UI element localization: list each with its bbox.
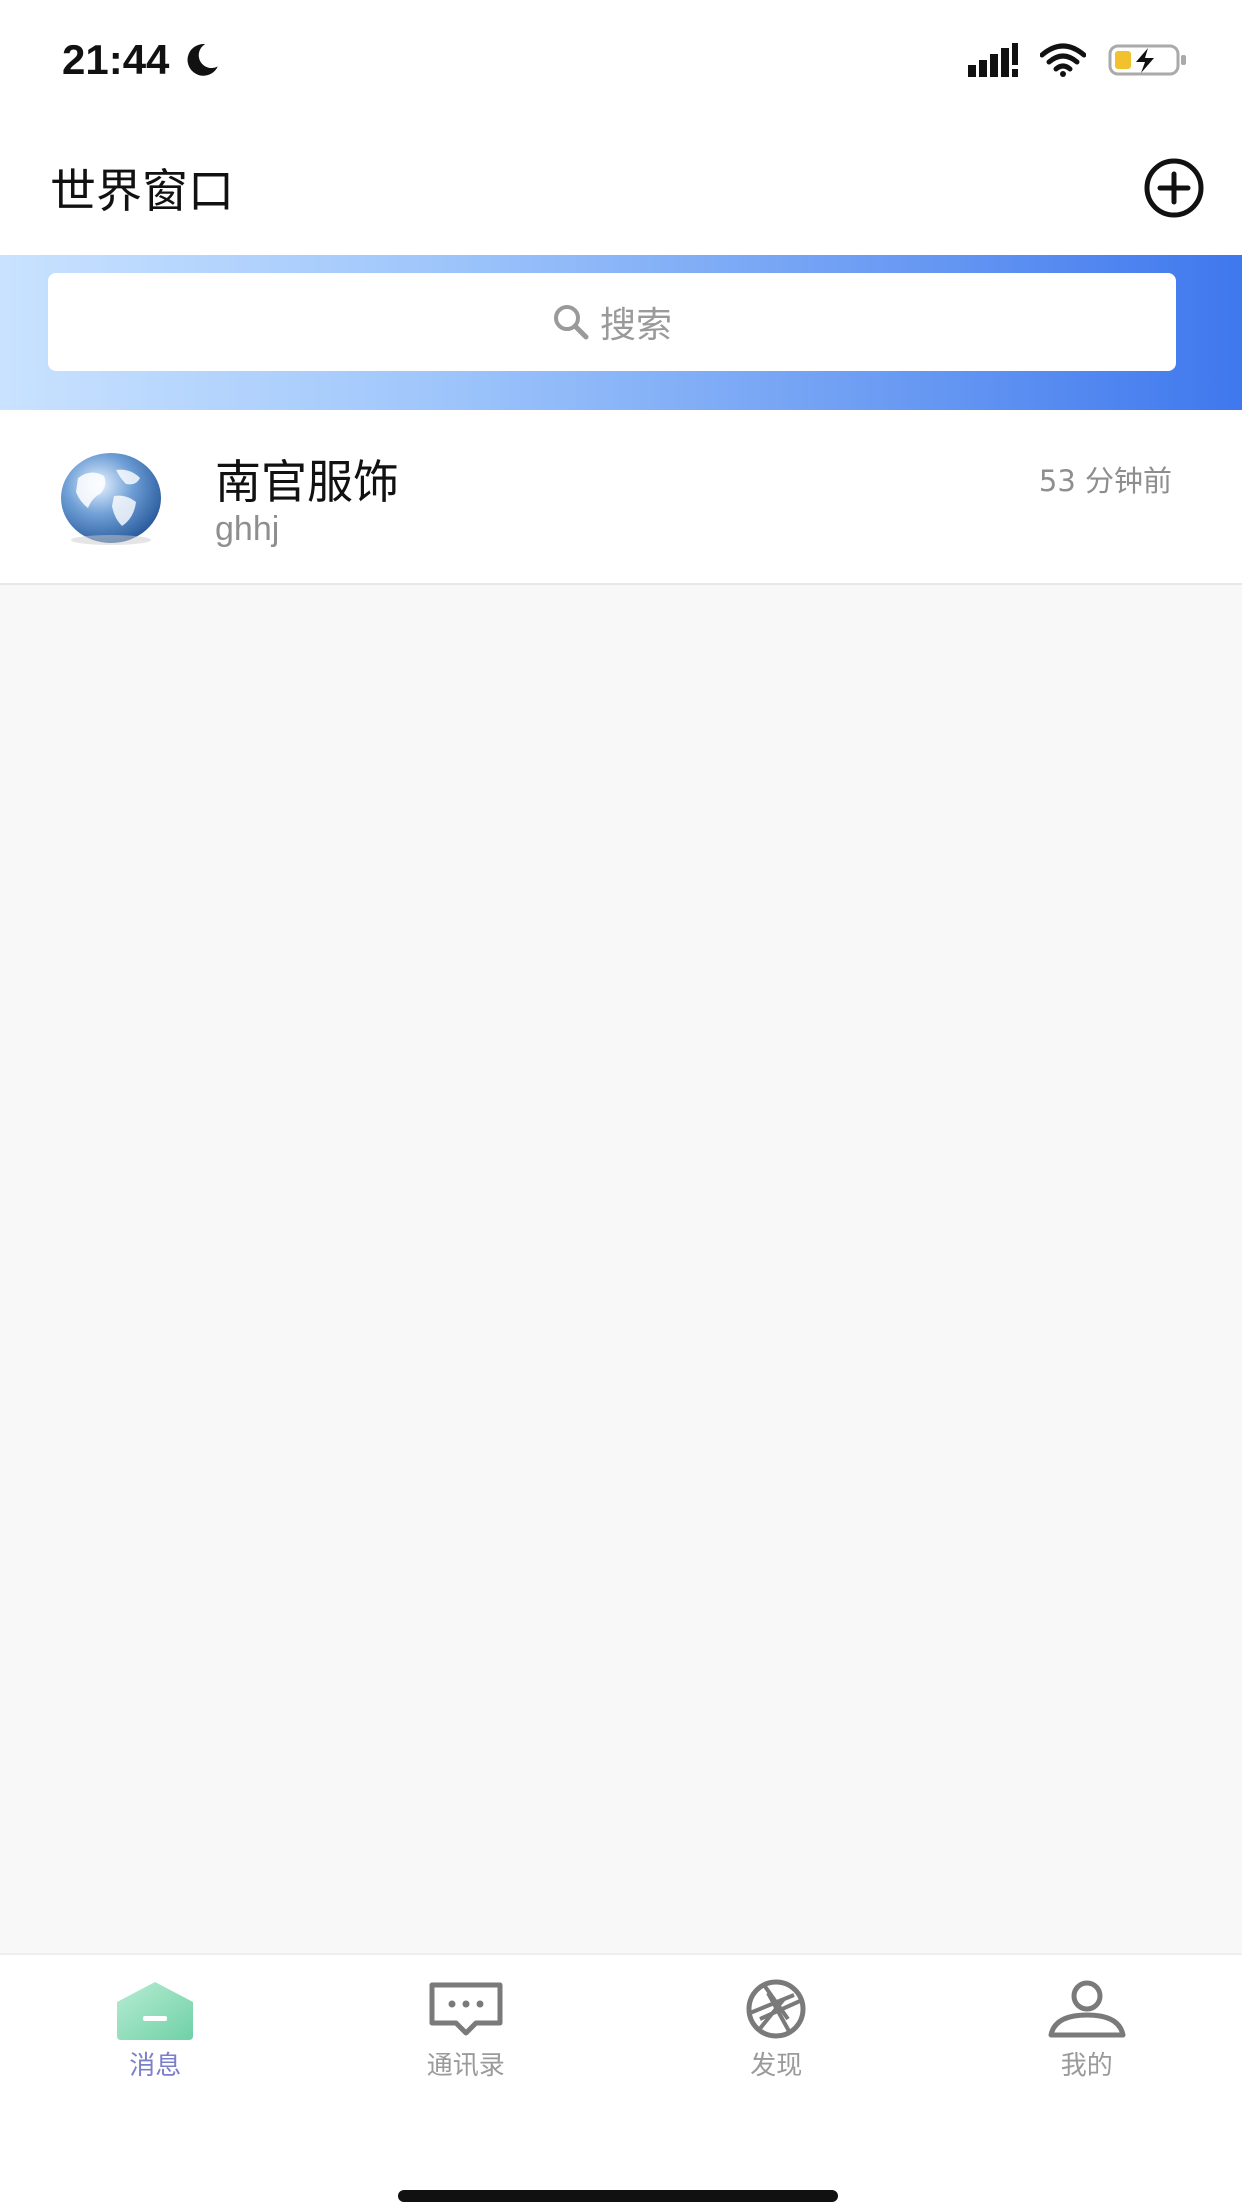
time-text: 21:44: [62, 36, 170, 83]
wifi-icon: [1040, 43, 1086, 77]
person-icon: [1045, 1977, 1129, 2041]
status-bar: 21:44: [0, 0, 1242, 120]
conversation-name: 南官服饰: [215, 455, 399, 509]
tab-bar: 消息 通讯录 发现 我的: [0, 1953, 1242, 2208]
chat-bubble-icon: [424, 1977, 508, 2041]
signal-icon: [968, 43, 1018, 77]
search-input[interactable]: 搜索: [48, 273, 1176, 371]
conversation-list: 南官服饰 ghhj 53 分钟前: [0, 410, 1242, 585]
tab-label-me: 我的: [1060, 2051, 1113, 2081]
search-placeholder: 搜索: [599, 305, 672, 346]
conversation-item[interactable]: 南官服饰 ghhj 53 分钟前: [0, 410, 1242, 585]
tab-messages[interactable]: 消息: [0, 1977, 311, 2095]
tab-label-messages: 消息: [129, 2051, 182, 2081]
page-title: 世界窗口: [50, 163, 234, 218]
tab-label-discover: 发现: [750, 2051, 803, 2081]
home-indicator: [398, 2190, 838, 2202]
battery-charging-icon: [1108, 44, 1186, 76]
search-banner: 搜索: [0, 255, 1242, 410]
tab-me[interactable]: 我的: [932, 1977, 1242, 2095]
search-icon: [553, 305, 589, 340]
aperture-icon: [734, 1977, 818, 2041]
screen: 21:44 世界窗口 搜索 南官服饰 ghhj 53 分钟前 消息 通讯录 发现…: [0, 0, 1242, 2208]
status-time: 21:44: [62, 36, 221, 84]
add-button[interactable]: [1142, 156, 1206, 220]
plus-circle-icon: [1144, 158, 1204, 217]
app-header: 世界窗口: [0, 120, 1242, 255]
home-icon: [113, 1977, 197, 2041]
conversation-preview: ghhj: [215, 510, 280, 548]
status-icons: [968, 42, 1188, 78]
tab-label-contacts: 通讯录: [426, 2051, 505, 2081]
conversation-time: 53 分钟前: [1038, 464, 1172, 498]
tab-discover[interactable]: 发现: [621, 1977, 932, 2095]
tab-contacts[interactable]: 通讯录: [311, 1977, 622, 2095]
globe-avatar: [61, 453, 161, 545]
moon-icon: [187, 44, 219, 76]
